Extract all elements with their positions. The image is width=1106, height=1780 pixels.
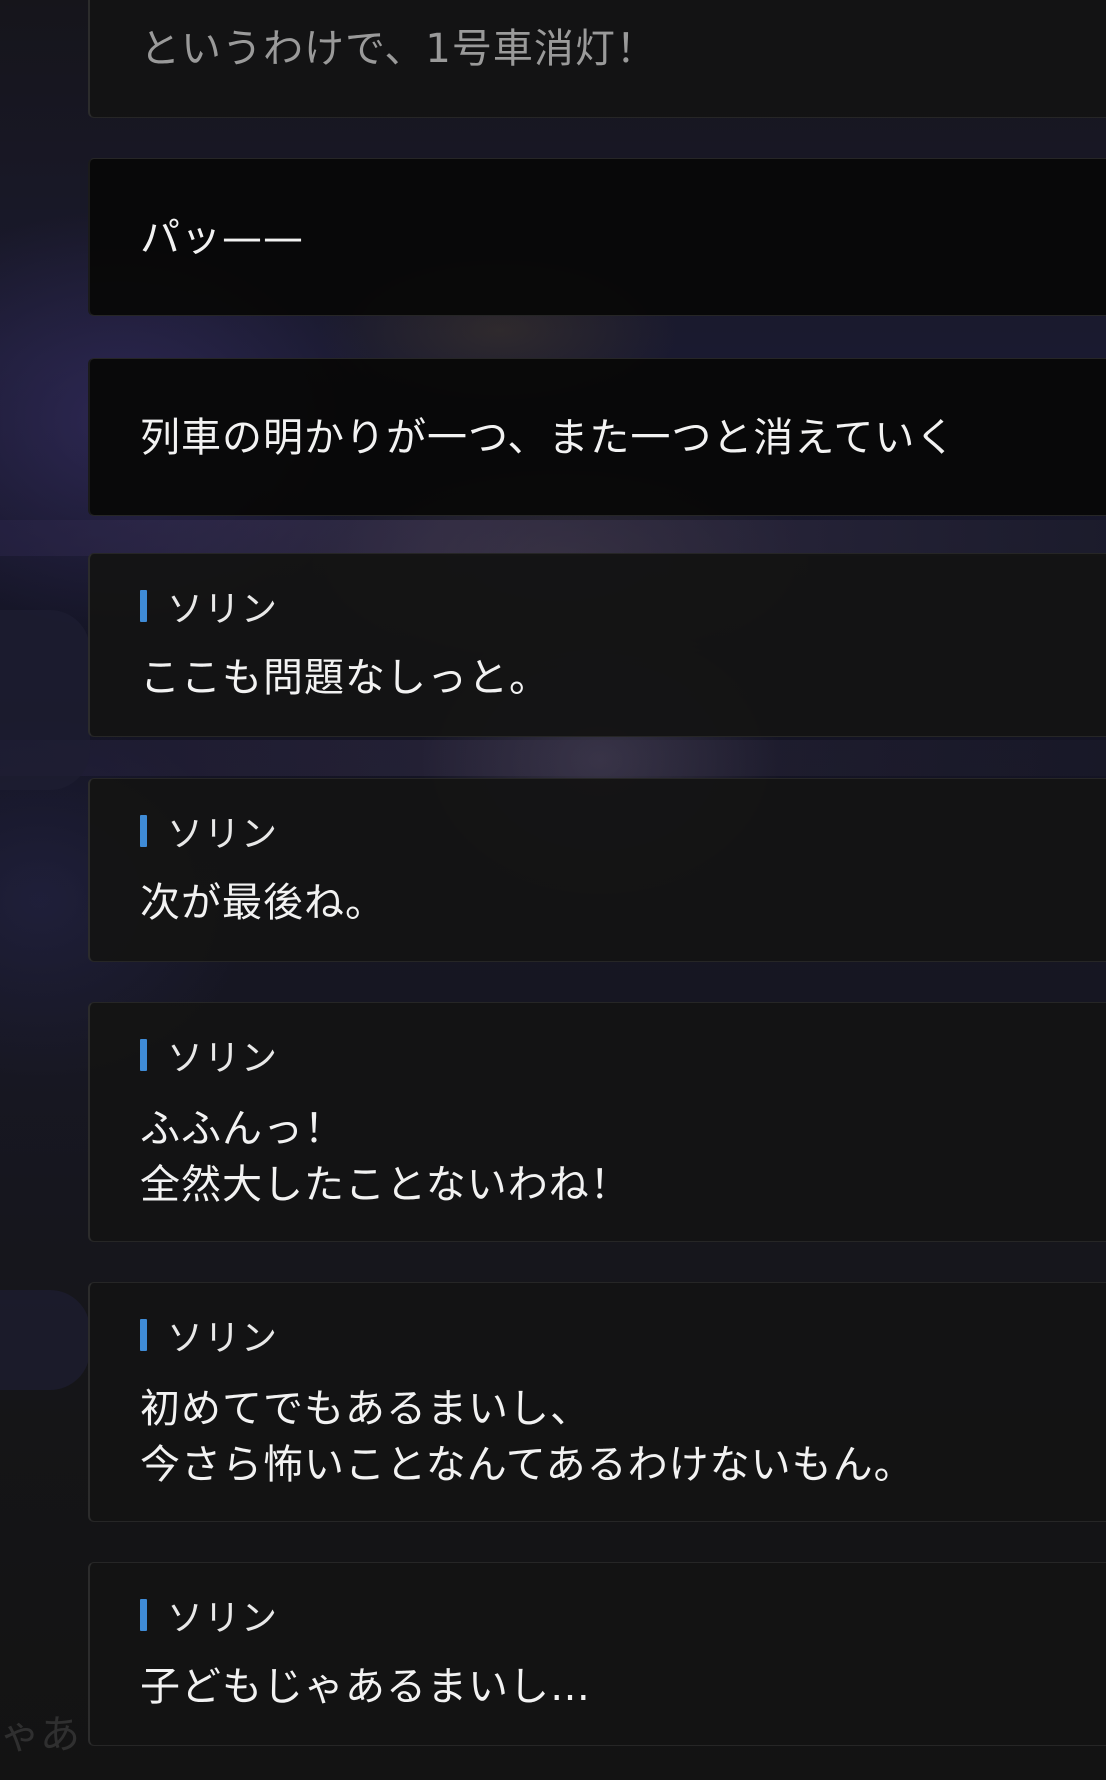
message-dialogue: ソリン ふふんっ！ 全然大したことないわね！ (88, 1002, 1106, 1242)
message-dialogue: ソリン 初めてでもあるまいし、 今さら怖いことなんてあるわけないもん。 (88, 1282, 1106, 1522)
message-text: 次が最後ね。 (140, 880, 386, 926)
message-text: 列車の明かりが一つ、また一つと消えていく (140, 415, 957, 461)
speaker-name: ソリン (167, 589, 279, 630)
message-text: 初めてでもあるまいし、 今さら怖いことなんてあるわけないもん。 (140, 1386, 915, 1488)
message-narration: パッ—— (88, 158, 1106, 316)
message-text: ふふんっ！ 全然大したことないわね！ (140, 1106, 631, 1208)
speaker-label: ソリン (140, 1315, 278, 1359)
background-seat-shape (0, 610, 90, 790)
speaker-accent-bar (140, 1039, 147, 1071)
message-text: というわけで、1号車消灯！ (140, 26, 657, 72)
speaker-label: ソリン (140, 811, 278, 855)
speaker-accent-bar (140, 1319, 147, 1351)
background-stripe (0, 520, 1106, 556)
message-dialogue: ソリン ここも問題なしっと。 (88, 553, 1106, 737)
speaker-name: ソリン (167, 814, 279, 855)
speaker-name: ソリン (167, 1038, 279, 1079)
background-seat-shape (0, 1290, 90, 1390)
message-dialogue: ソリン 次が最後ね。 (88, 778, 1106, 962)
message-text: 子どもじゃあるまいし… (140, 1664, 591, 1710)
background-partial-text: ゃあ (0, 1712, 80, 1758)
speaker-name: ソリン (167, 1318, 279, 1359)
speaker-accent-bar (140, 590, 147, 622)
speaker-label: ソリン (140, 586, 278, 630)
speaker-accent-bar (140, 815, 147, 847)
speaker-label: ソリン (140, 1595, 278, 1639)
message-narration: 列車の明かりが一つ、また一つと消えていく (88, 358, 1106, 516)
message-text: ここも問題なしっと。 (140, 655, 550, 701)
message-text: パッ—— (140, 215, 304, 261)
background-stripe (0, 740, 1106, 776)
speaker-accent-bar (140, 1599, 147, 1631)
message-dialogue: ソリン 子どもじゃあるまいし… (88, 1562, 1106, 1746)
speaker-label: ソリン (140, 1035, 278, 1079)
speaker-name: ソリン (167, 1598, 279, 1639)
message-narration: というわけで、1号車消灯！ (88, 0, 1106, 118)
